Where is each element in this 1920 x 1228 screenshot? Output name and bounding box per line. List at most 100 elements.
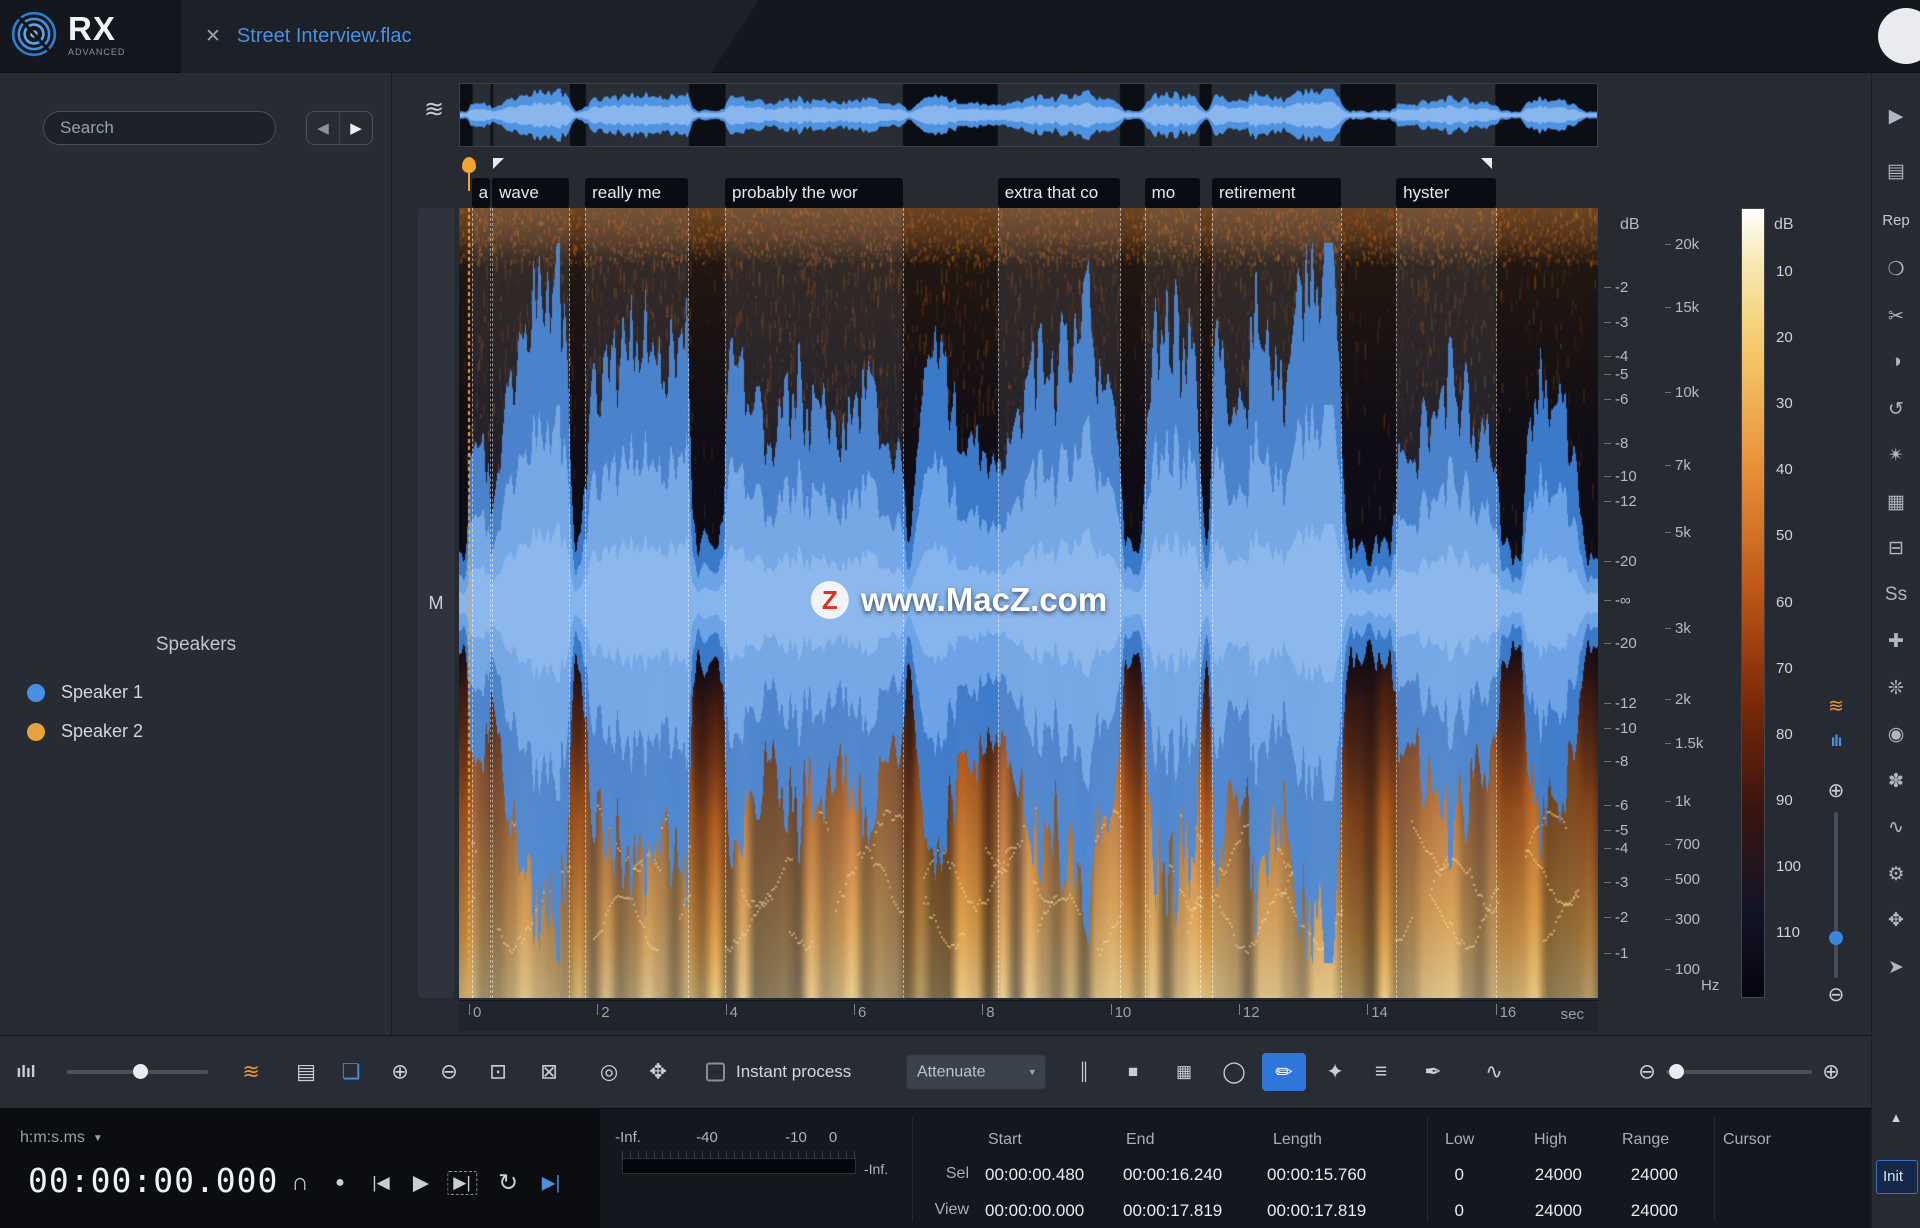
region-label[interactable]: extra that co	[998, 178, 1121, 208]
brush-tool-button[interactable]: ✏	[1262, 1053, 1306, 1091]
record-icon[interactable]: ●	[335, 1174, 345, 1192]
prev-result-button[interactable]: ◀	[307, 112, 340, 144]
previous-icon[interactable]: |◀	[372, 1173, 390, 1193]
playhead-marker[interactable]	[462, 157, 476, 191]
region-label[interactable]: probably the wor	[725, 178, 903, 208]
module-icon-4-icon[interactable]: ↺	[1888, 398, 1904, 421]
hand-tool-icon[interactable]: ✥	[649, 1060, 667, 1085]
zoom-fit-icon[interactable]: ⊠	[540, 1060, 558, 1085]
document-icon[interactable]: ▤	[296, 1060, 316, 1085]
feather-tool-icon[interactable]: ✒	[1424, 1060, 1442, 1085]
magnifier-icon[interactable]: ◎	[600, 1060, 618, 1085]
sel-low[interactable]: 0	[1400, 1165, 1464, 1185]
comment-icon[interactable]: ❏	[342, 1060, 361, 1085]
scroll-up-icon[interactable]: ▲	[1890, 1110, 1903, 1125]
loop-icon[interactable]: ↻	[498, 1169, 518, 1198]
view-start[interactable]: 00:00:00.000	[985, 1201, 1084, 1221]
headphones-icon[interactable]: ∩	[291, 1169, 308, 1197]
module-icon-7-icon[interactable]: ⊟	[1888, 537, 1904, 560]
module-icon-12-icon[interactable]: ✽	[1888, 770, 1904, 793]
panel-list-icon[interactable]: ▤	[1887, 160, 1905, 183]
zoom-out-icon[interactable]: ⊖	[440, 1060, 458, 1085]
play-icon[interactable]: ▶	[413, 1171, 429, 1196]
level-meter-ticks	[622, 1151, 856, 1158]
timeline-ruler[interactable]: sec 0246810121416	[459, 1000, 1598, 1031]
close-icon[interactable]: ✕	[205, 25, 221, 48]
time-selection-icon[interactable]: ║	[1078, 1062, 1090, 1082]
frequency-selection-icon[interactable]: ■	[1128, 1062, 1138, 1082]
vertical-zoom-handle[interactable]	[1829, 931, 1843, 945]
time-frequency-selection-icon[interactable]: ▦	[1176, 1062, 1192, 1082]
sel-range[interactable]: 24000	[1576, 1165, 1678, 1185]
view-range[interactable]: 24000	[1576, 1201, 1678, 1221]
view-length[interactable]: 00:00:17.819	[1267, 1201, 1366, 1221]
module-icon-3-icon[interactable]: ◑	[1890, 351, 1901, 373]
next-result-button[interactable]: ▶	[340, 112, 372, 144]
zoom-selection-icon[interactable]: ⊡	[489, 1060, 507, 1085]
channel-strip[interactable]: M	[418, 208, 454, 998]
view-low[interactable]: 0	[1400, 1201, 1464, 1221]
zoom-in-icon[interactable]: ⊕	[391, 1060, 409, 1085]
file-tab[interactable]: ✕ Street Interview.flac	[181, 0, 759, 73]
speaker-item[interactable]: Speaker 1	[27, 673, 367, 712]
vertical-zoom-in-icon[interactable]: ⊕	[1828, 778, 1845, 803]
selection-marker-left[interactable]	[493, 158, 504, 169]
waveform-overview[interactable]	[459, 83, 1598, 147]
curve-nodes-icon[interactable]: ∿	[1485, 1060, 1503, 1085]
module-icon-16-icon[interactable]: ➤	[1888, 956, 1904, 979]
view-high[interactable]: 24000	[1480, 1201, 1582, 1221]
init-button[interactable]: Init	[1876, 1160, 1918, 1194]
module-icon-10-icon[interactable]: ❊	[1888, 677, 1904, 700]
levels-icon[interactable]: ≡	[1375, 1060, 1387, 1084]
module-icon-13-icon[interactable]: ∿	[1888, 816, 1904, 839]
tick-value: -4	[1615, 840, 1628, 857]
play-selection-icon[interactable]: ▶|	[447, 1171, 477, 1195]
horizontal-zoom-handle[interactable]	[1669, 1064, 1684, 1079]
time-format-dropdown[interactable]: h:m:s.ms ▼	[20, 1129, 103, 1147]
module-icon-6-icon[interactable]: ▦	[1887, 491, 1905, 514]
module-icon-15-icon[interactable]: ✥	[1888, 909, 1904, 932]
module-icon-2-icon[interactable]: ✂	[1888, 305, 1904, 328]
lasso-tool-icon[interactable]: ◯	[1222, 1060, 1246, 1085]
blend-slider[interactable]	[67, 1070, 208, 1074]
module-icon-9-icon[interactable]: ✚	[1888, 630, 1904, 653]
sel-start[interactable]: 00:00:00.480	[985, 1165, 1084, 1185]
vertical-zoom-out-icon[interactable]: ⊖	[1828, 982, 1845, 1007]
window-button[interactable]	[1878, 8, 1920, 64]
sel-high[interactable]: 24000	[1480, 1165, 1582, 1185]
horizontal-zoom-slider[interactable]	[1666, 1070, 1812, 1074]
lane-height-icon[interactable]: ≋	[424, 95, 444, 124]
module-icon-5-icon[interactable]: ✴	[1888, 444, 1904, 467]
sel-end[interactable]: 00:00:16.240	[1123, 1165, 1222, 1185]
instant-process-checkbox[interactable]	[706, 1063, 725, 1082]
blend-slider-handle[interactable]	[133, 1064, 148, 1079]
speaker-item[interactable]: Speaker 2	[27, 712, 367, 751]
process-mode-dropdown[interactable]: Attenuate ▾	[906, 1055, 1046, 1090]
skip-to-selection-icon[interactable]: ▶|	[542, 1173, 561, 1194]
spectrogram-colorbar[interactable]	[1741, 208, 1765, 998]
hzoom-in-icon[interactable]: ⊕	[1822, 1060, 1840, 1085]
hzoom-out-icon[interactable]: ⊖	[1638, 1060, 1656, 1085]
magic-wand-icon[interactable]: ✦	[1326, 1060, 1344, 1085]
module-icon-14-icon[interactable]: ⚙	[1887, 863, 1904, 886]
timeline-tick: 4	[726, 1004, 738, 1021]
module-icon-11-icon[interactable]: ◉	[1888, 723, 1905, 746]
spectrogram-area[interactable]: Z www.MacZ.com	[459, 208, 1598, 998]
region-label[interactable]: hyster	[1396, 178, 1496, 208]
region-label[interactable]: really me	[585, 178, 688, 208]
region-label[interactable]: retirement	[1212, 178, 1341, 208]
sel-length[interactable]: 00:00:15.760	[1267, 1165, 1366, 1185]
waveform-view-icon[interactable]: ≋	[1828, 695, 1844, 718]
region-label[interactable]: mo	[1145, 178, 1200, 208]
module-icon-8-icon[interactable]: Ss	[1885, 584, 1907, 606]
region-label[interactable]: wave	[492, 178, 569, 208]
view-end[interactable]: 00:00:17.819	[1123, 1201, 1222, 1221]
selection-marker-right[interactable]	[1481, 158, 1492, 169]
spectrogram-settings-icon[interactable]: ≋	[242, 1060, 260, 1085]
module-icon-1-icon[interactable]: ❍	[1887, 258, 1904, 281]
search-input[interactable]	[43, 111, 276, 145]
panel-play-icon[interactable]: ▶	[1889, 105, 1904, 128]
vertical-zoom-slider[interactable]	[1834, 812, 1838, 978]
spectrogram-view-icon[interactable]: ılı	[1831, 733, 1841, 751]
wave-blend-icon[interactable]: ılıl	[17, 1062, 36, 1082]
